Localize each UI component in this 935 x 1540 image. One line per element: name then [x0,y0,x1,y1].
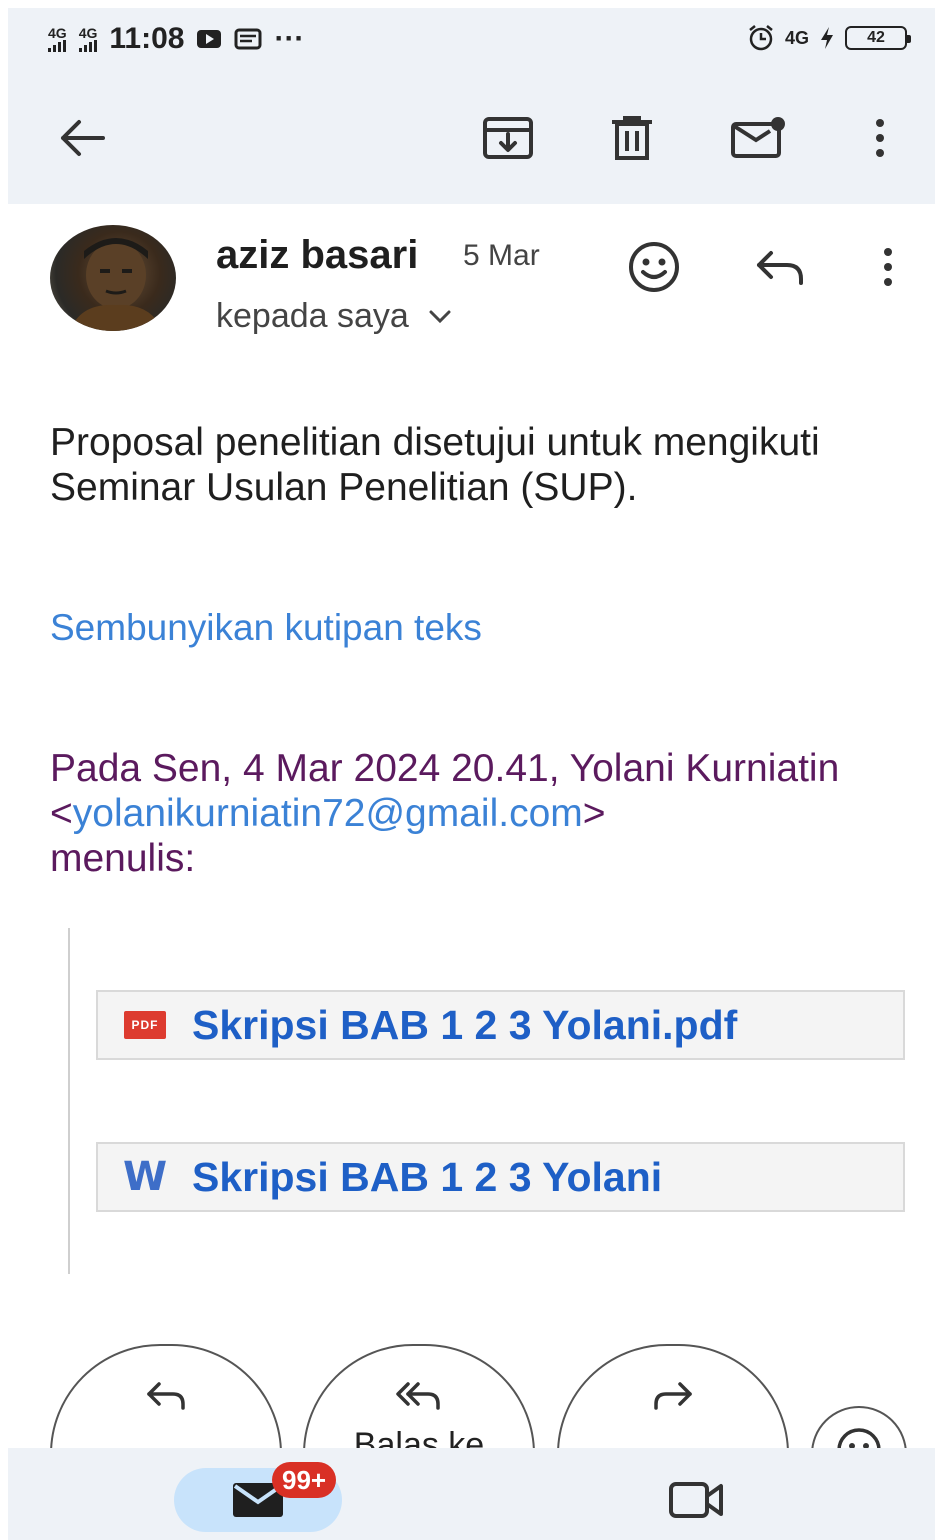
reply-all-icon [396,1382,440,1410]
emoji-icon [629,242,679,292]
network-type-label: 4G [784,27,809,48]
message-more-button[interactable] [858,237,918,297]
quote-header: Pada Sen, 4 Mar 2024 20.41, Yolani Kurni… [50,746,870,881]
signal-icon-2: 4G [78,25,98,52]
recipients-toggle[interactable]: kepada saya [216,297,451,336]
more-vert-icon [876,119,884,157]
attachment-name: Skripsi BAB 1 2 3 Yolani [192,1153,663,1200]
nav-meet-tab[interactable] [664,1474,728,1526]
bottom-navigation: 99+ [8,1448,935,1540]
status-right: 4G 42 [747,24,911,52]
mark-unread-button[interactable] [728,108,788,168]
chevron-down-icon [429,310,451,323]
quote-wrote: menulis: [50,837,196,880]
archive-icon [483,117,533,159]
reply-icon [147,1382,185,1410]
charging-icon [821,27,833,49]
message-header: aziz basari 5 Mar kepada saya [0,205,935,355]
message-date: 5 Mar [463,239,540,272]
quote-suffix: > [582,792,606,835]
status-bar: 4G 4G 11:08 ··· 4G 42 [8,8,935,72]
mark-unread-icon [731,117,785,158]
reply-icon [757,251,803,285]
add-reaction-button[interactable] [624,237,684,297]
back-button[interactable] [52,108,112,168]
quote-email-link[interactable]: yolanikurniatin72@gmail.com [73,792,583,835]
sender-photo-icon [70,238,162,331]
clock: 11:08 [109,22,185,55]
more-options-button[interactable] [850,108,910,168]
more-vert-icon [884,248,892,286]
more-notifications-icon: ··· [274,22,305,55]
video-camera-icon [669,1482,723,1518]
message-notification-icon [234,28,262,50]
quote-divider [68,928,70,1274]
unread-count-badge: 99+ [272,1462,337,1498]
pdf-file-icon: PDF [124,1011,166,1039]
signal-label-1: 4G [48,25,67,41]
battery-level: 42 [867,29,885,46]
delete-button[interactable] [602,108,662,168]
message-body: Proposal penelitian disetujui untuk meng… [50,421,820,509]
alarm-icon [749,25,773,51]
status-left: 4G 4G 11:08 ··· [48,22,304,56]
hide-quoted-text-link[interactable]: Sembunyikan kutipan teks [50,607,482,649]
back-arrow-icon [61,120,105,156]
word-file-icon: W [122,1154,168,1200]
battery-icon: 42 [845,26,911,50]
sender-name: aziz basari [216,233,419,277]
signal-label-2: 4G [78,25,98,41]
delete-icon [612,116,652,160]
youtube-notification-icon [197,30,222,48]
archive-button[interactable] [478,108,538,168]
signal-icon-1: 4G [48,26,67,52]
attachment-word[interactable]: W Skripsi BAB 1 2 3 Yolani [96,1142,905,1212]
email-toolbar [8,72,935,204]
attachment-pdf[interactable]: PDF Skripsi BAB 1 2 3 Yolani.pdf [96,990,905,1060]
recipients-label: kepada saya [216,297,409,335]
reply-button[interactable] [750,237,810,297]
forward-icon [654,1382,692,1410]
attachment-name: Skripsi BAB 1 2 3 Yolani.pdf [192,1001,738,1048]
avatar[interactable] [50,225,176,331]
